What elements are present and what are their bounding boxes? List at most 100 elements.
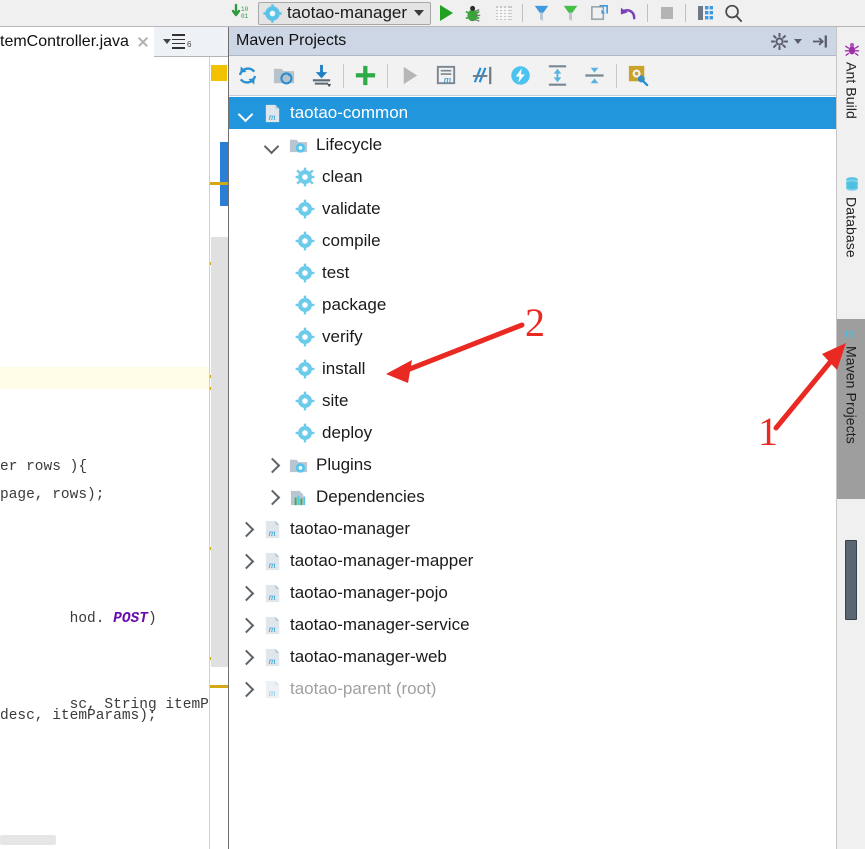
coverage-button[interactable]	[489, 0, 518, 26]
chevron-right-icon[interactable]	[237, 680, 255, 698]
search-everywhere-button[interactable]	[719, 0, 748, 26]
expand-all-button[interactable]	[539, 57, 576, 95]
maven-project-tree[interactable]: m taotao-common Lifecycle clean validate…	[229, 97, 836, 849]
tree-row-label: deploy	[322, 423, 373, 442]
tree-row-label: package	[322, 295, 387, 314]
code-text: hod.	[69, 611, 114, 627]
tree-vertical-scrollbar[interactable]	[828, 97, 836, 849]
toggle-tool-button[interactable]	[690, 0, 719, 26]
svg-text:01: 01	[241, 13, 249, 20]
side-button-label: Ant Build	[843, 62, 860, 119]
goal-gear-icon	[295, 423, 315, 443]
maven-settings-wrench-button[interactable]	[620, 57, 657, 95]
chevron-right-icon[interactable]	[237, 552, 255, 570]
side-button-maven-projects[interactable]: m Maven Projects	[837, 319, 865, 499]
tree-row-dependencies[interactable]: Dependencies	[229, 481, 836, 513]
chevron-right-icon[interactable]	[237, 584, 255, 602]
run-configuration-selector[interactable]: taotao-manager	[258, 1, 432, 25]
tree-row-lifecycle[interactable]: Lifecycle	[229, 129, 836, 161]
download-numbers-icon[interactable]: 10 01	[228, 0, 254, 26]
code-line: er rows ){	[0, 459, 88, 475]
maven-module-icon: m	[262, 679, 283, 700]
debug-button[interactable]	[460, 0, 489, 26]
tree-row-taotao-parent-root[interactable]: m taotao-parent (root)	[229, 673, 836, 705]
attach-profiler-button[interactable]	[527, 0, 556, 26]
tree-row-plugins[interactable]: Plugins	[229, 449, 836, 481]
download-sources-button[interactable]	[303, 57, 340, 95]
goal-gear-icon	[295, 295, 315, 315]
run-button[interactable]	[431, 0, 460, 26]
chevron-down-icon[interactable]	[237, 104, 255, 122]
side-button-ant-build[interactable]: Ant Build	[837, 35, 865, 130]
tree-row-taotao-manager[interactable]: m taotao-manager	[229, 513, 836, 545]
annotation-token: POST	[113, 611, 148, 627]
maven-module-icon: m	[262, 647, 283, 668]
tree-row-site[interactable]: site	[229, 385, 836, 417]
tree-row-verify[interactable]: verify	[229, 321, 836, 353]
chevron-right-icon[interactable]	[237, 648, 255, 666]
tree-row-taotao-common[interactable]: m taotao-common	[229, 97, 836, 129]
collapse-all-button[interactable]	[576, 57, 613, 95]
code-text: )	[147, 611, 157, 627]
chevron-right-icon[interactable]	[263, 456, 281, 474]
tab-list-icon[interactable]: 6	[162, 34, 191, 49]
tree-row-install[interactable]: install	[229, 353, 836, 385]
right-vertical-scrollbar-thumb[interactable]	[845, 540, 857, 620]
reimport-button[interactable]	[229, 57, 266, 95]
svg-text:m: m	[269, 528, 276, 539]
editor-marker-bar[interactable]	[209, 57, 229, 849]
tree-row-taotao-manager-web[interactable]: m taotao-manager-web	[229, 641, 836, 673]
update-app-button[interactable]	[585, 0, 614, 26]
tree-row-taotao-manager-mapper[interactable]: m taotao-manager-mapper	[229, 545, 836, 577]
hide-panel-arrow-icon[interactable]	[812, 33, 829, 50]
change-marker[interactable]	[210, 182, 228, 185]
toolbar-separator-2	[647, 4, 649, 22]
goal-gear-icon	[295, 167, 315, 187]
svg-text:m: m	[844, 325, 854, 340]
toolbar-left-spacer	[0, 0, 228, 26]
tree-row-compile[interactable]: compile	[229, 225, 836, 257]
chevron-down-icon[interactable]	[414, 10, 425, 16]
ant-bug-icon	[844, 41, 860, 57]
chevron-right-icon[interactable]	[237, 520, 255, 538]
goal-gear-icon	[295, 199, 315, 219]
generate-sources-folder-button[interactable]	[266, 57, 303, 95]
chevron-down-icon[interactable]	[263, 136, 281, 154]
inspection-status-marker[interactable]	[211, 65, 227, 81]
tree-row-test[interactable]: test	[229, 257, 836, 289]
svg-text:m: m	[269, 624, 276, 635]
chevron-right-icon[interactable]	[237, 616, 255, 634]
tree-row-package[interactable]: package	[229, 289, 836, 321]
chevron-down-icon[interactable]	[794, 38, 802, 44]
stop-button[interactable]	[652, 0, 681, 26]
side-button-database[interactable]: Database	[837, 170, 865, 285]
goal-gear-icon	[295, 359, 315, 379]
chevron-down-icon	[162, 38, 171, 44]
execute-maven-goal-button[interactable]: m	[428, 57, 465, 95]
maven-projects-tool-window: Maven Projects m m taotao-common Lifecyc…	[229, 27, 836, 849]
tree-row-deploy[interactable]: deploy	[229, 417, 836, 449]
run-with-coverage-button[interactable]	[556, 0, 585, 26]
editor-horizontal-scrollbar[interactable]	[0, 835, 56, 845]
svg-text:m: m	[269, 592, 276, 603]
gear-icon[interactable]	[771, 32, 788, 50]
tree-row-taotao-manager-service[interactable]: m taotao-manager-service	[229, 609, 836, 641]
run-build-button[interactable]	[391, 57, 428, 95]
tree-row-label: taotao-manager-mapper	[290, 551, 474, 570]
close-icon[interactable]	[136, 35, 150, 49]
goal-gear-icon	[295, 327, 315, 347]
tree-row-taotao-manager-pojo[interactable]: m taotao-manager-pojo	[229, 577, 836, 609]
tree-row-label: taotao-manager-pojo	[290, 583, 448, 602]
tree-row-validate[interactable]: validate	[229, 193, 836, 225]
editor-vertical-scrollbar[interactable]	[211, 237, 228, 667]
toggle-offline-button[interactable]	[502, 57, 539, 95]
editor-tab-item-controller[interactable]: temController.java	[0, 27, 154, 57]
editor-code-surface[interactable]: er rows ){ page, rows); hod. POST) sc, S…	[0, 57, 229, 849]
toggle-skip-tests-button[interactable]	[465, 57, 502, 95]
tree-row-clean[interactable]: clean	[229, 161, 836, 193]
revert-button[interactable]	[614, 0, 643, 26]
chevron-right-icon[interactable]	[263, 488, 281, 506]
add-maven-project-button[interactable]	[347, 57, 384, 95]
editor-tab-bar: temController.java 6	[0, 27, 229, 57]
change-marker[interactable]	[210, 685, 228, 688]
